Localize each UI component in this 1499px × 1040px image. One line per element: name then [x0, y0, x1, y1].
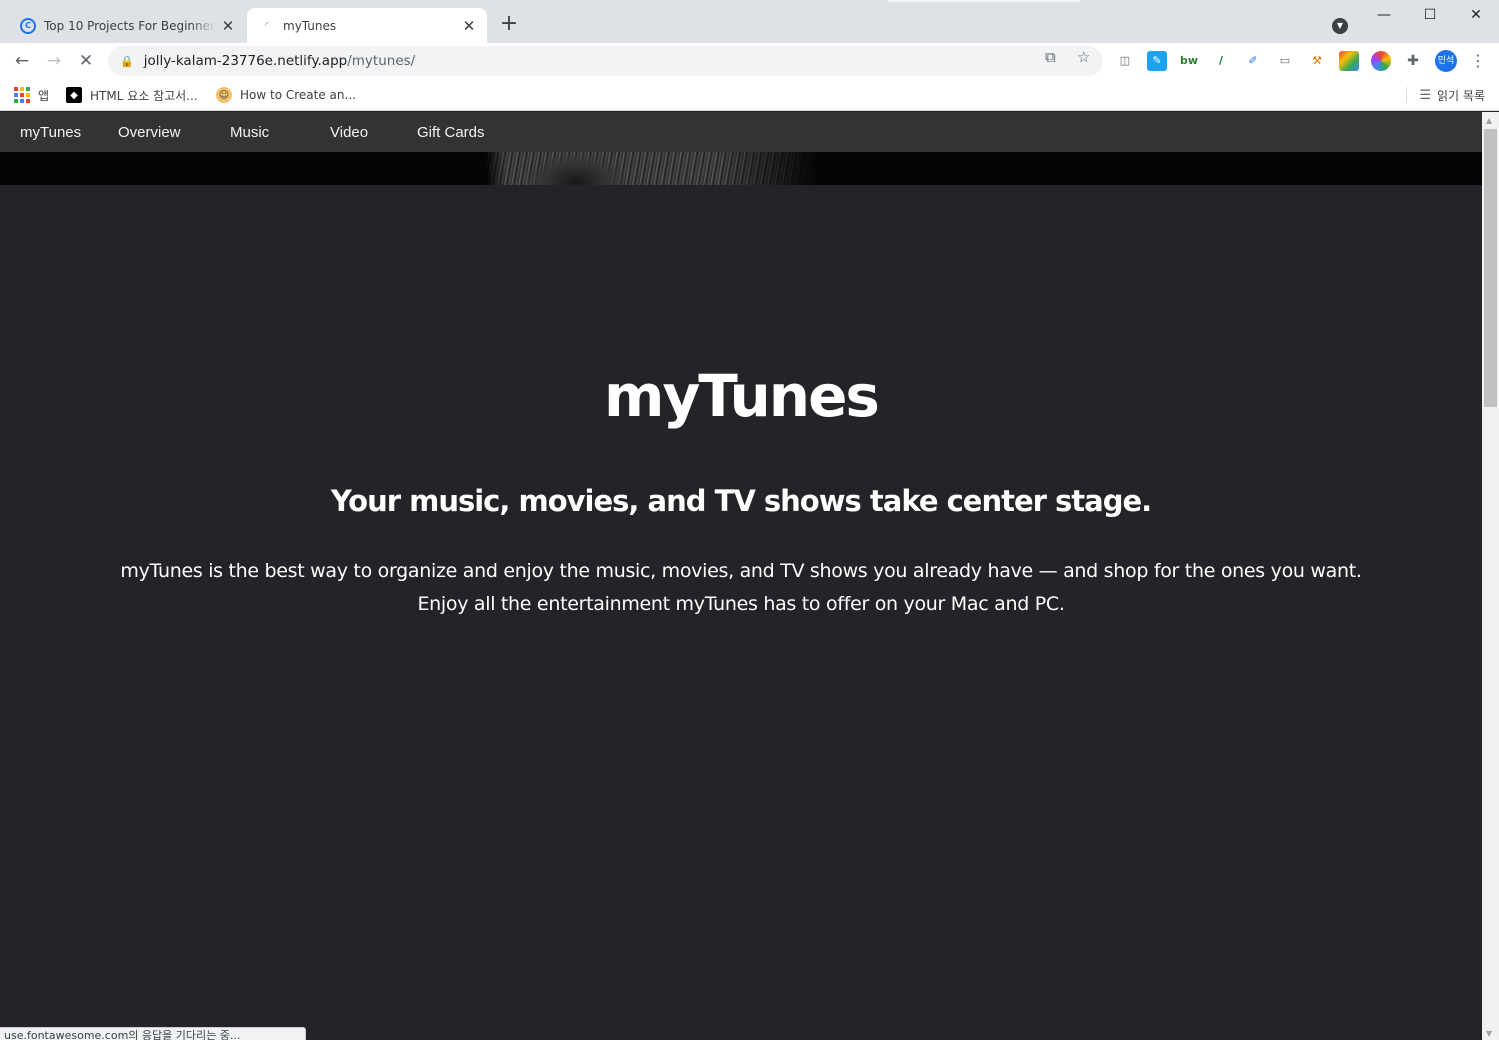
scrollbar-thumb[interactable] [1484, 129, 1497, 407]
page-viewport: myTunes Overview Music Video Gift Cards … [0, 112, 1482, 1040]
apps-grid-icon [14, 87, 30, 103]
tab-top-10-projects[interactable]: C Top 10 Projects For Beginners T ✕ [8, 8, 246, 43]
extension-wheel-icon[interactable] [1371, 51, 1391, 71]
page-description: myTunes is the best way to organize and … [0, 555, 1482, 621]
close-tab-icon[interactable]: ✕ [457, 17, 481, 35]
nav-item-music[interactable]: Music [230, 124, 269, 141]
bookmark-label: How to Create an... [240, 88, 356, 102]
circle-c-icon: C [20, 17, 36, 34]
page-title: myTunes [604, 362, 880, 430]
bookmark-apps[interactable]: 앱 [14, 84, 49, 106]
bookmark-how-to-create[interactable]: ☺ How to Create an... [216, 84, 356, 106]
tab-search-icon[interactable]: ▼ [1332, 18, 1348, 34]
extension-color-icon[interactable] [1339, 51, 1359, 71]
extension-tool-icon[interactable]: ⚒ [1307, 51, 1327, 71]
extension-feather-icon[interactable]: ✎ [1147, 51, 1167, 71]
extensions-puzzle-icon[interactable]: ✚ [1403, 51, 1423, 71]
profile-avatar[interactable]: 민석 [1435, 50, 1457, 72]
tab-strip: C Top 10 Projects For Beginners T ✕ ◜ my… [0, 0, 1499, 43]
tab-title: myTunes [283, 18, 337, 33]
reading-list-button[interactable]: ☰ 읽기 목록 [1406, 84, 1485, 106]
new-tab-button[interactable]: + [496, 12, 522, 38]
close-window-button[interactable]: ✕ [1453, 2, 1499, 28]
minimize-button[interactable]: — [1361, 2, 1407, 28]
loading-icon: ◜ [265, 20, 269, 31]
scroll-up-arrow-icon[interactable]: ▲ [1486, 116, 1492, 125]
description-line-1: myTunes is the best way to organize and … [120, 560, 1362, 582]
reading-list-icon: ☰ [1419, 87, 1432, 103]
status-bubble: use.fontawesome.com의 응답을 기다리는 중... [0, 1027, 306, 1040]
close-tab-icon[interactable]: ✕ [216, 17, 240, 35]
nav-item-overview[interactable]: Overview [118, 124, 181, 141]
nav-brand-link[interactable]: myTunes [20, 124, 81, 141]
vertical-scrollbar[interactable]: ▲ ▼ [1482, 112, 1499, 1040]
nav-item-video[interactable]: Video [330, 124, 368, 141]
tab-strip-highlight [888, 0, 1080, 2]
hero-photo [486, 152, 818, 185]
lock-icon[interactable]: 🔒 [120, 55, 134, 68]
back-button[interactable]: ← [8, 47, 36, 75]
reading-list-label: 읽기 목록 [1437, 88, 1485, 103]
extension-slash-icon[interactable]: / [1211, 51, 1231, 71]
site-navbar: myTunes Overview Music Video Gift Cards [0, 112, 1482, 152]
translate-icon[interactable]: ⧉ [1045, 48, 1056, 66]
extension-pen-icon[interactable]: ✐ [1243, 51, 1263, 71]
description-line-2: Enjoy all the entertainment myTunes has … [417, 593, 1065, 615]
extension-cube-icon[interactable]: ◫ [1115, 51, 1135, 71]
tab-mytunes[interactable]: ◜ myTunes ✕ [247, 8, 487, 43]
url-text: jolly-kalam-23776e.netlify.app/mytunes/ [143, 53, 416, 69]
address-bar[interactable]: 🔒 jolly-kalam-23776e.netlify.app/mytunes… [108, 46, 1103, 76]
bookmarks-bar: 앱 ◆ HTML 요소 참고서... ☺ How to Create an...… [0, 79, 1499, 111]
bookmark-html-reference[interactable]: ◆ HTML 요소 참고서... [66, 84, 198, 106]
more-menu-icon[interactable]: ⋮ [1470, 49, 1486, 73]
forward-button[interactable]: → [40, 47, 68, 75]
browser-toolbar: ← → ✕ 🔒 jolly-kalam-23776e.netlify.app/m… [0, 43, 1499, 79]
bookmark-star-icon[interactable]: ☆ [1077, 48, 1090, 66]
extension-bw-icon[interactable]: bw [1179, 51, 1199, 71]
bookmark-page-icon: ◆ [66, 87, 82, 103]
stop-loading-button[interactable]: ✕ [72, 47, 100, 75]
divider [1406, 87, 1408, 103]
extension-screen-icon[interactable]: ▭ [1275, 51, 1295, 71]
scroll-down-arrow-icon[interactable]: ▼ [1486, 1029, 1492, 1038]
hero-banner [0, 152, 1482, 185]
nav-item-gift-cards[interactable]: Gift Cards [417, 124, 485, 141]
maximize-button[interactable]: ☐ [1407, 2, 1453, 28]
avatar-icon: ☺ [216, 87, 232, 103]
bookmark-label: HTML 요소 참고서... [90, 88, 198, 103]
page-subtitle: Your music, movies, and TV shows take ce… [330, 484, 1152, 518]
tab-title: Top 10 Projects For Beginners T [44, 18, 216, 33]
bookmark-label: 앱 [38, 88, 50, 103]
